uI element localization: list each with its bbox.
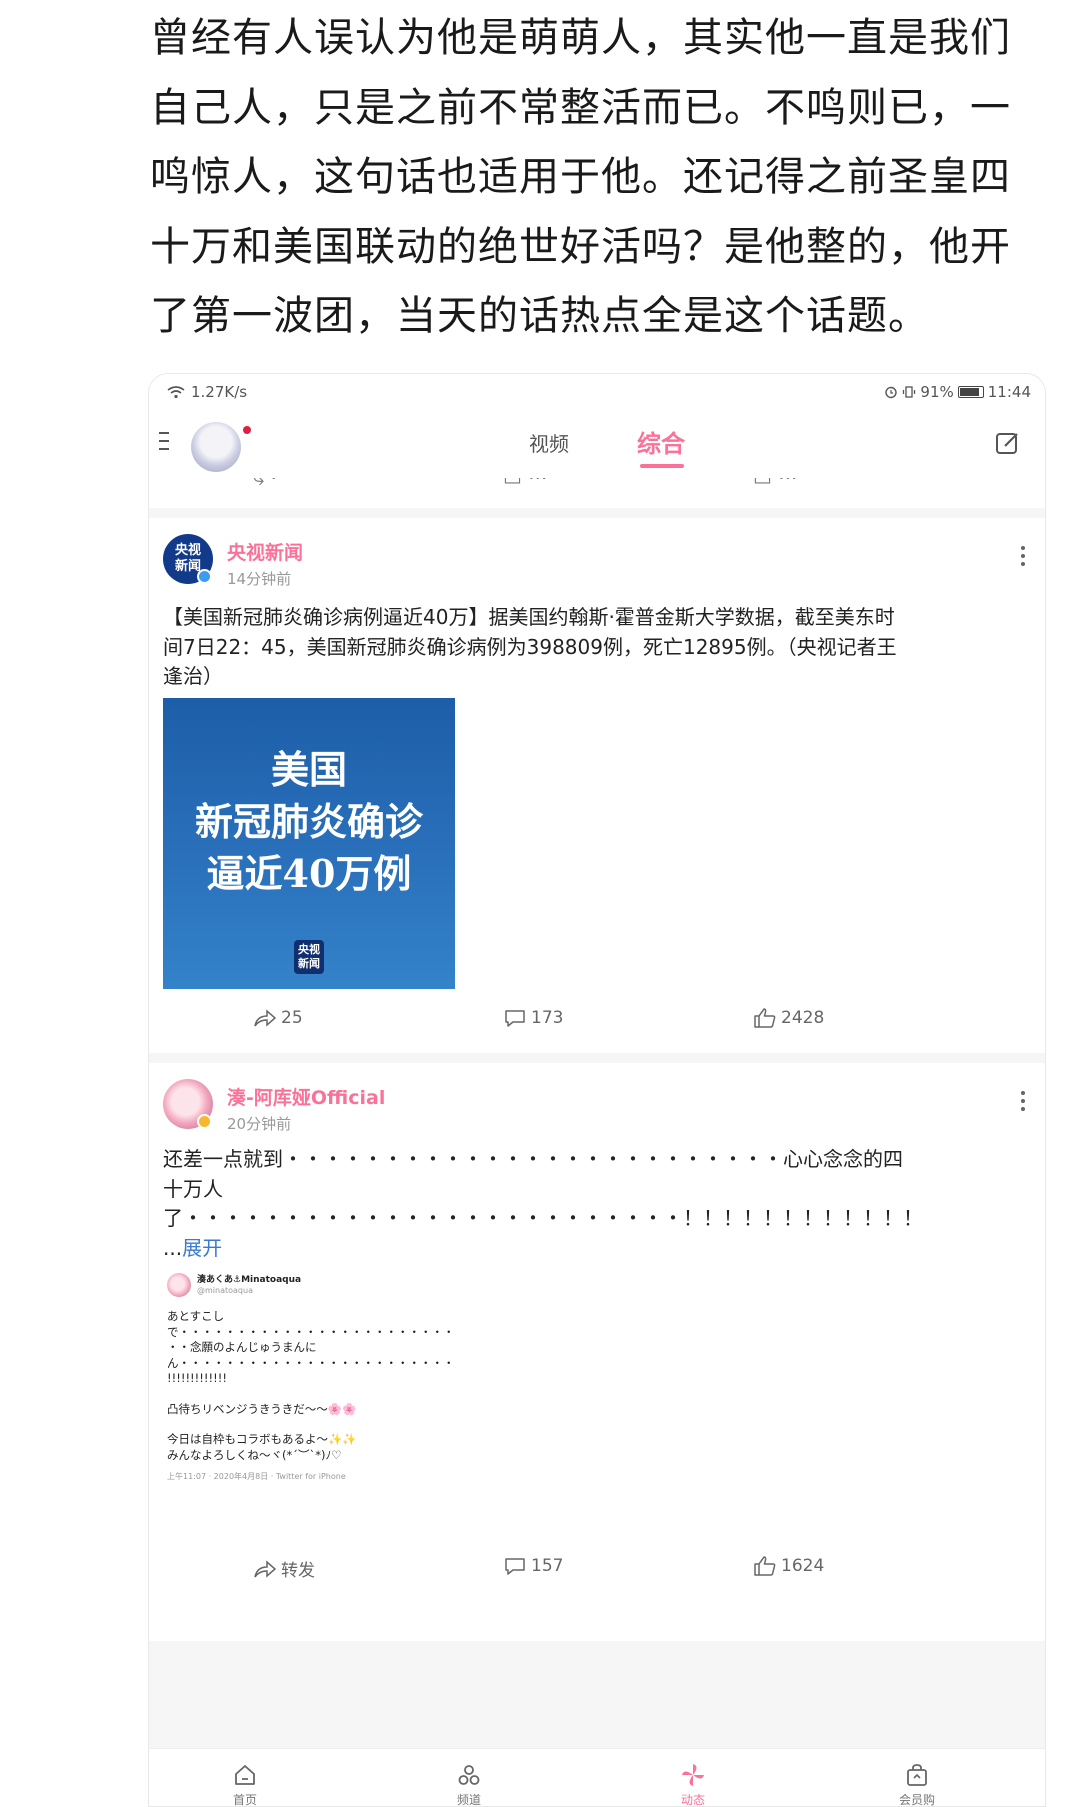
top-bar: 视频 综合 [149, 410, 1045, 478]
image-title-line: 新冠肺炎确诊 [194, 799, 423, 844]
home-icon [235, 1765, 255, 1785]
tweet-line: ん・・・・・・・・・・・・・・・・・・・・・・・・ [167, 1355, 455, 1370]
alarm-icon [885, 386, 898, 399]
share-button[interactable]: 25 [253, 1008, 303, 1028]
status-bar: 1.27K/s 91% 11:44 [149, 374, 1045, 410]
share-count: 25 [281, 1008, 303, 1028]
image-title: 美国 新冠肺炎确诊 逼近40万例 [163, 698, 455, 900]
expand-link[interactable]: 展开 [182, 1236, 222, 1260]
share-label: 转发 [281, 1561, 315, 1581]
tweet-line: ・・念願のよんじゅうまんに [167, 1340, 317, 1354]
like-count: 2428 [781, 1008, 825, 1028]
logo-text-line: 央视 [298, 943, 320, 956]
thumbs-up-icon [754, 1008, 776, 1028]
image-title-line: 逼近40万例 [206, 851, 412, 896]
edit-icon[interactable] [995, 430, 1021, 456]
tweet-line: みんなよろしくね〜ヾ(*´︶`*)ﾉ♡ [167, 1447, 342, 1462]
tweet-avatar [167, 1273, 191, 1297]
cctv-logo: 央视 新闻 [294, 940, 324, 974]
post-content: 还差一点就到・・・・・・・・・・・・・・・・・・・・・・・・・心心念念的四十万人… [163, 1145, 923, 1263]
clock: 11:44 [987, 383, 1031, 401]
tweet-screenshot[interactable]: 湊あくあ⚓Minatoaqua @minatoaqua あとすこし で・・・・・… [167, 1273, 457, 1485]
battery-percent: 91% [920, 383, 954, 401]
post-actions: 25 173 2428 [149, 1008, 1045, 1038]
active-tab-indicator [640, 464, 684, 468]
comment-count: 173 [531, 1008, 564, 1028]
tweet-line: !!!!!!!!!!!!! [167, 1371, 227, 1385]
tweet-line: で・・・・・・・・・・・・・・・・・・・・・・・・ [167, 1324, 455, 1339]
post-actions: 转发 157 1624 [149, 1556, 1045, 1586]
menu-icon[interactable] [159, 432, 169, 456]
nav-home[interactable]: 首页 [215, 1761, 275, 1807]
nav-channels[interactable]: 频道 [439, 1761, 499, 1807]
share-icon [254, 1559, 277, 1578]
tweet-line: あとすこし [167, 1309, 225, 1323]
nav-shop[interactable]: 会员购 [887, 1761, 947, 1807]
comment-icon [505, 1558, 525, 1575]
post-content: 【美国新冠肺炎确诊病例逼近40万】据美国约翰斯·霍普金斯大学数据，截至美东时间7… [163, 605, 897, 688]
comment-icon [505, 1010, 525, 1027]
verified-badge-icon [197, 569, 212, 584]
nav-dynamic[interactable]: 动态 [663, 1761, 723, 1807]
nav-label: 首页 [232, 1793, 257, 1807]
tweet-handle: @minatoaqua [197, 1285, 253, 1295]
author-name[interactable]: 湊-阿库娅Official [227, 1083, 385, 1110]
tab-video[interactable]: 视频 [529, 428, 569, 457]
shopping-bag-icon [907, 1764, 927, 1786]
previous-post-actions: ⤷ · ▭ ··· ▭ ··· [149, 478, 1045, 508]
share-button[interactable]: 转发 [253, 1556, 315, 1581]
article-text: 曾经有人误认为他是萌萌人，其实他一直是我们自己人，只是之前不常整活而已。不鸣则已… [150, 15, 1011, 340]
post-time: 14分钟前 [227, 570, 292, 588]
pinwheel-icon [682, 1764, 704, 1786]
post-image[interactable]: 美国 新冠肺炎确诊 逼近40万例 央视 新闻 [163, 698, 455, 989]
comment-count: 157 [531, 1556, 564, 1576]
logo-text-line: 新闻 [298, 957, 320, 970]
post-card[interactable]: 央视 新闻 央视新闻 14分钟前 【美国新冠肺炎确诊病例逼近40万】据美国约翰斯… [149, 518, 1045, 1053]
post-content-text: 还差一点就到・・・・・・・・・・・・・・・・・・・・・・・・・心心念念的四十万人… [163, 1147, 923, 1260]
tweet-line: 今日は自枠もコラボもあるよ〜✨✨ [167, 1432, 357, 1446]
like-count: 1624 [781, 1556, 825, 1576]
share-icon [254, 1009, 277, 1027]
tweet-footer: 上午11:07 · 2020年4月8日 · Twitter for iPhone [167, 1472, 346, 1481]
more-options-icon[interactable] [1021, 546, 1025, 570]
network-speed: 1.27K/s [191, 383, 248, 401]
thumbs-up-icon [754, 1556, 776, 1576]
battery-icon [957, 386, 984, 398]
tweet-line: 凸待ちリベンジうきうきだ〜〜🌸🌸 [167, 1401, 357, 1416]
like-button[interactable]: 2428 [753, 1008, 824, 1028]
verified-badge-icon [197, 1114, 212, 1129]
more-options-icon[interactable] [1021, 1091, 1025, 1115]
bottom-navigation: 首页 频道 动态 会员购 [149, 1748, 1045, 1807]
author-name[interactable]: 央视新闻 [227, 538, 303, 565]
comment-button[interactable]: 157 [503, 1556, 563, 1576]
like-button[interactable]: 1624 [753, 1556, 824, 1576]
vibrate-icon [903, 386, 916, 398]
wifi-icon [167, 386, 185, 399]
nav-label: 频道 [456, 1793, 481, 1807]
tweet-author: 湊あくあ⚓Minatoaqua [197, 1274, 302, 1285]
nav-label: 会员购 [898, 1793, 935, 1807]
avatar-text-line: 央视 [174, 543, 201, 558]
nav-label: 动态 [680, 1793, 705, 1807]
channels-icon [458, 1765, 480, 1785]
tab-all[interactable]: 综合 [637, 424, 685, 459]
post-card[interactable]: 湊-阿库娅Official 20分钟前 还差一点就到・・・・・・・・・・・・・・… [149, 1063, 1045, 1641]
notification-dot [243, 426, 251, 434]
user-avatar[interactable] [191, 422, 241, 472]
image-title-line: 美国 [270, 747, 347, 792]
phone-screenshot: 1.27K/s 91% 11:44 视频 综合 ⤷ · ▭ ··· ▭ ··· … [148, 373, 1046, 1807]
comment-button[interactable]: 173 [503, 1008, 563, 1028]
post-time: 20分钟前 [227, 1115, 292, 1133]
